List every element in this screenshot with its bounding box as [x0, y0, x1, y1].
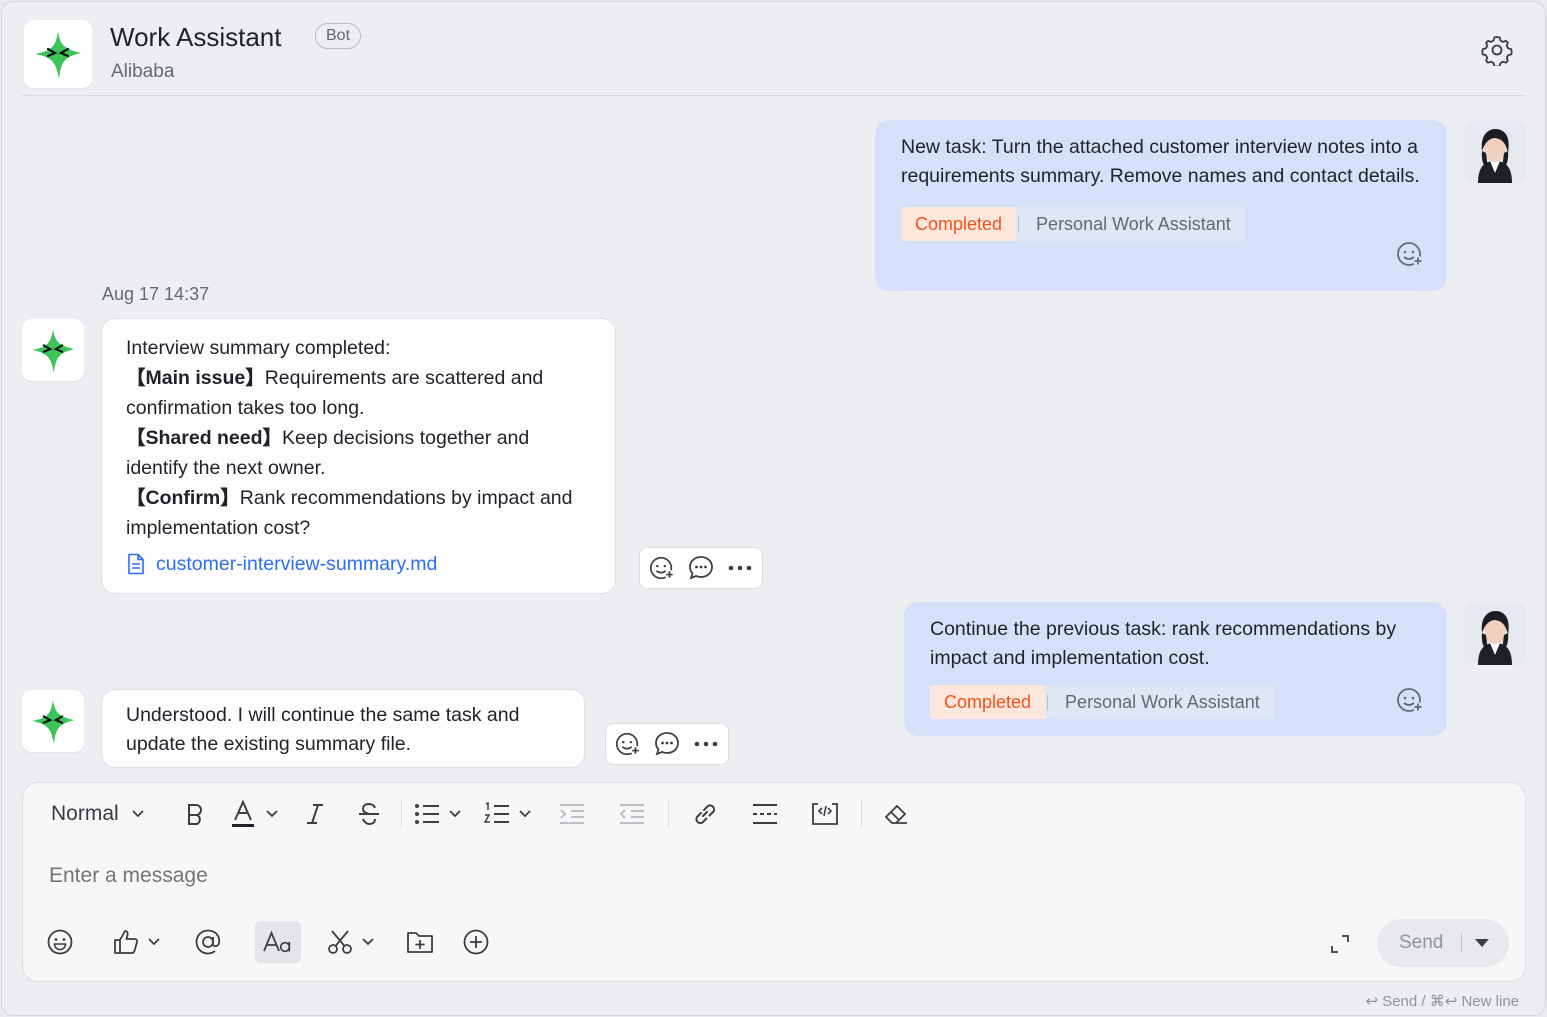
upload-folder-icon[interactable] [399, 921, 441, 963]
toolbar-divider [667, 800, 669, 828]
bot-star-icon [31, 699, 75, 745]
numbered-list-dropdown[interactable] [483, 794, 532, 834]
expand-editor-icon[interactable] [1327, 931, 1353, 957]
bold-icon[interactable] [175, 794, 215, 834]
status-badge-completed[interactable]: Completed [901, 207, 1017, 241]
summary-item: 【Main issue】Requirements are scattered a… [126, 363, 591, 423]
code-block-icon[interactable] [805, 794, 845, 834]
thumbs-up-icon [114, 930, 139, 954]
assistant-tag[interactable]: Personal Work Assistant [1016, 207, 1245, 241]
divider-line-icon[interactable] [745, 794, 785, 834]
numbered-list-icon [483, 802, 509, 823]
scissors-icon [328, 930, 352, 954]
bullet-list-icon [414, 804, 439, 824]
add-reaction-icon[interactable] [1395, 685, 1425, 715]
assistant-tag[interactable]: Personal Work Assistant [1045, 685, 1274, 719]
chevron-down-icon [132, 810, 144, 818]
status-badge-completed[interactable]: Completed [930, 685, 1046, 719]
message-timestamp: Aug 17 14:37 [102, 284, 210, 304]
user-avatar[interactable] [1464, 121, 1526, 183]
send-button[interactable]: Send [1377, 919, 1509, 967]
add-reaction-icon[interactable] [612, 728, 645, 760]
chat-window: Work Assistant Bot Alibaba New task: Tur… [1, 1, 1546, 1016]
bullet-list-dropdown[interactable] [414, 794, 462, 834]
chevron-down-icon [362, 938, 374, 946]
settings-gear-icon[interactable] [1481, 34, 1513, 68]
chat-title: Work Assistant [110, 22, 282, 52]
chevron-down-icon [449, 810, 461, 818]
bot-logo[interactable] [24, 20, 92, 88]
send-options-caret-icon[interactable] [1474, 937, 1490, 949]
bot-star-icon [35, 31, 81, 79]
file-attachment-link[interactable]: customer-interview-summary.md [126, 549, 591, 579]
reply-comment-icon[interactable] [651, 728, 684, 760]
chat-subtitle: Alibaba [111, 61, 175, 82]
text-style-dropdown[interactable]: Normal [51, 794, 145, 834]
indent-icon[interactable] [552, 794, 592, 834]
chevron-down-icon [148, 938, 160, 946]
formatting-toolbar: Normal [23, 783, 1525, 845]
summary-item-tag: 【Shared need】 [126, 427, 283, 449]
add-reaction-icon[interactable] [1395, 239, 1425, 269]
bot-star-icon [31, 328, 75, 374]
strikethrough-icon[interactable] [349, 794, 389, 834]
summary-item-tag: 【Main issue】 [126, 367, 265, 389]
user-message-1: New task: Turn the attached customer int… [875, 120, 1447, 291]
reply-comment-icon[interactable] [685, 552, 718, 584]
toolbar-divider [400, 800, 402, 828]
keyboard-hint: ↩ Send / ⌘↩ New line [1365, 993, 1519, 1010]
text-color-icon [231, 800, 254, 827]
bot-message-1-intro: Interview summary completed: [126, 337, 391, 359]
message-action-bar [639, 547, 763, 589]
bot-avatar[interactable] [22, 690, 84, 752]
bot-badge: Bot [315, 23, 362, 49]
more-options-icon[interactable] [689, 728, 722, 760]
clear-format-eraser-icon[interactable] [876, 794, 916, 834]
send-label: Send [1399, 932, 1444, 953]
bot-message-2-text: Understood. I will continue the same tas… [126, 704, 520, 755]
bot-message-1: Interview summary completed: 【Main issue… [101, 318, 616, 594]
send-divider [1461, 933, 1463, 953]
thumbs-up-dropdown[interactable] [113, 921, 161, 963]
text-color-dropdown[interactable] [231, 794, 279, 834]
summary-item-tag: 【Confirm】 [126, 487, 240, 509]
user-message-2: Continue the previous task: rank recomme… [904, 602, 1447, 736]
message-input[interactable] [49, 861, 1249, 891]
add-reaction-icon[interactable] [646, 552, 679, 584]
summary-item: 【Shared need】Keep decisions together and… [126, 423, 591, 483]
chevron-down-icon [266, 810, 278, 818]
bot-avatar[interactable] [22, 319, 84, 381]
italic-icon[interactable] [295, 794, 335, 834]
emoji-icon[interactable] [39, 921, 81, 963]
text-format-toggle-icon[interactable] [255, 921, 301, 963]
outdent-icon[interactable] [612, 794, 652, 834]
message-composer: Normal Enter a message Send [22, 782, 1526, 982]
mention-at-icon[interactable] [187, 921, 229, 963]
task-status-row: Completed Personal Work Assistant [930, 685, 1421, 719]
task-status-row: Completed Personal Work Assistant [901, 207, 1421, 241]
composer-actions [39, 921, 497, 963]
file-name[interactable]: customer-interview-summary.md [156, 549, 437, 579]
bot-message-2: Understood. I will continue the same tas… [101, 689, 585, 768]
document-icon [128, 553, 144, 575]
more-plus-icon[interactable] [455, 921, 497, 963]
text-style-label: Normal [51, 802, 119, 825]
chat-header: Work Assistant Bot Alibaba [22, 18, 1525, 96]
chevron-down-icon [519, 810, 531, 818]
link-icon[interactable] [685, 794, 725, 834]
more-options-icon[interactable] [723, 552, 756, 584]
message-action-bar [605, 723, 729, 765]
screenshot-dropdown[interactable] [327, 921, 375, 963]
user-message-1-text: New task: Turn the attached customer int… [901, 136, 1420, 187]
user-avatar[interactable] [1464, 603, 1526, 665]
summary-item: 【Confirm】Rank recommendations by impact … [126, 483, 591, 543]
toolbar-divider [860, 800, 862, 828]
user-message-2-text: Continue the previous task: rank recomme… [930, 618, 1397, 669]
